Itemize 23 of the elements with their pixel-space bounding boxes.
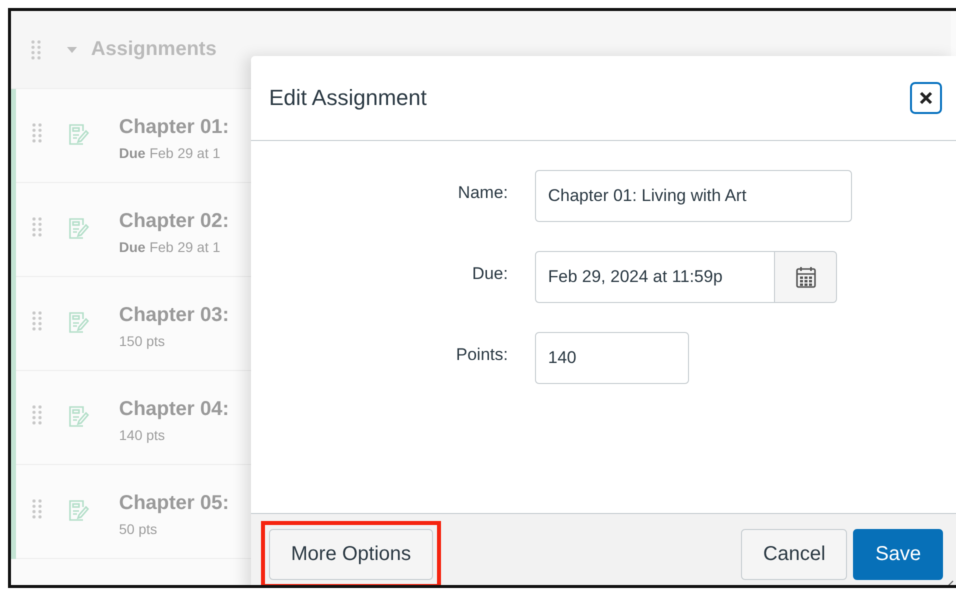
assignment-title[interactable]: Chapter 05:: [119, 492, 230, 515]
more-options-button[interactable]: More Options: [269, 528, 434, 580]
dialog-title: Edit Assignment: [269, 85, 427, 111]
field-label: Points:: [456, 345, 508, 365]
assignment-title[interactable]: Chapter 03:: [119, 304, 230, 327]
field-label: Name:: [458, 183, 508, 203]
points-text: 150 pts: [119, 333, 165, 349]
points-text: 140 pts: [119, 427, 165, 443]
due-label: Due: [119, 145, 146, 161]
due-label: Due: [119, 239, 146, 255]
due-date: Feb 29 at 1: [149, 145, 220, 161]
assignment-title[interactable]: Chapter 04:: [119, 398, 230, 421]
points-text: 50 pts: [119, 521, 158, 537]
due-date: Feb 29 at 1: [149, 239, 220, 255]
due-date-field[interactable]: Feb 29, 2024 at 11:59p: [535, 251, 775, 303]
assignment-title[interactable]: Chapter 02:: [119, 210, 230, 233]
name-field[interactable]: Chapter 01: Living with Art: [535, 170, 852, 222]
module-title: Assignments: [91, 38, 217, 61]
cancel-button[interactable]: Cancel: [741, 528, 848, 580]
points-field[interactable]: 140: [535, 332, 689, 384]
field-label: Due:: [472, 264, 508, 284]
assignment-title[interactable]: Chapter 01:: [119, 116, 230, 139]
save-button[interactable]: Save: [853, 528, 943, 580]
